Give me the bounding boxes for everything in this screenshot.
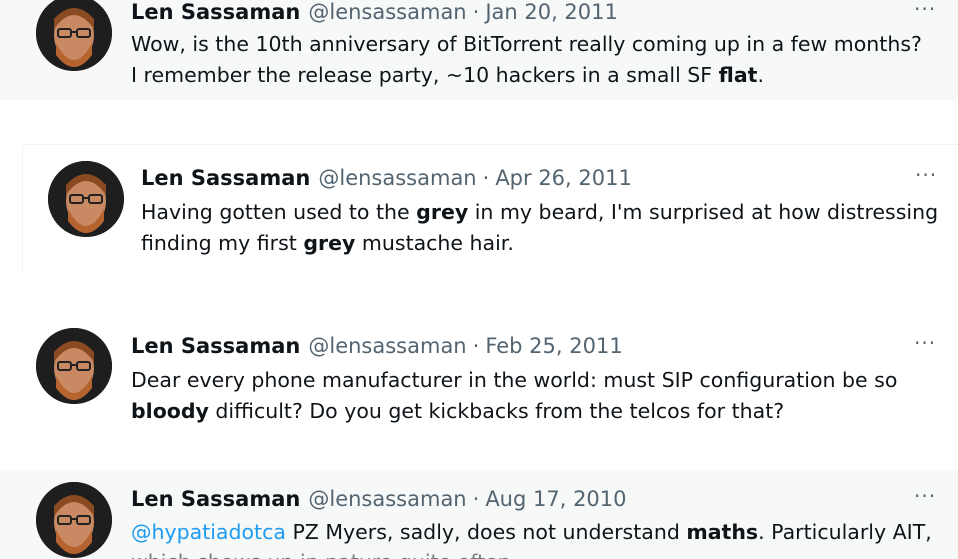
highlight-word: bloody — [131, 399, 209, 423]
more-options-icon[interactable]: ··· — [915, 165, 937, 185]
more-options-icon[interactable]: ··· — [914, 333, 936, 353]
tweet-date[interactable]: Feb 25, 2011 — [485, 334, 622, 358]
tweet-card[interactable]: Len Sassaman @lensassaman · Apr 26, 2011 ··… — [22, 144, 958, 272]
mention-link[interactable]: @hypatiadotca — [131, 520, 286, 544]
avatar[interactable] — [36, 0, 112, 71]
author-handle[interactable]: @lensassaman — [308, 0, 466, 24]
tweet-text: . — [757, 63, 764, 87]
tweet-text-line: bloody difficult? Do you get kickbacks f… — [131, 396, 784, 427]
more-options-icon[interactable]: ··· — [914, 486, 936, 506]
more-options-icon[interactable]: ··· — [914, 0, 936, 19]
tweet-text: I remember the release party, ~10 hacker… — [131, 63, 719, 87]
separator-dot: · — [472, 334, 480, 358]
tweet-text-line: finding my first grey mustache hair. — [141, 228, 514, 259]
avatar[interactable] — [36, 482, 112, 558]
highlight-word: grey — [416, 200, 469, 224]
avatar[interactable] — [36, 328, 112, 404]
highlight-word: grey — [303, 231, 356, 255]
tweet-text-line: Having gotten used to the grey in my bea… — [141, 197, 938, 228]
tweet-text-line: @hypatiadotca PZ Myers, sadly, does not … — [131, 517, 932, 548]
separator-dot: · — [482, 166, 490, 190]
author-handle[interactable]: @lensassaman — [318, 166, 476, 190]
avatar[interactable] — [48, 161, 124, 237]
tweet-header: Len Sassaman @lensassaman · Feb 25, 2011 — [131, 333, 623, 359]
tweet-date[interactable]: Jan 20, 2011 — [485, 0, 618, 24]
tweet-header: Len Sassaman @lensassaman · Apr 26, 2011 — [141, 165, 632, 191]
tweet-text-line: I remember the release party, ~10 hacker… — [131, 60, 764, 91]
tweet-text: Having gotten used to the — [141, 200, 417, 224]
highlight-word: flat — [718, 63, 758, 87]
tweet-text-line: which shows up in nature quite often. — [131, 547, 517, 559]
tweet-date[interactable]: Aug 17, 2010 — [485, 487, 626, 511]
tweet-date[interactable]: Apr 26, 2011 — [495, 166, 632, 190]
tweet-card[interactable]: Len Sassaman @lensassaman · Feb 25, 2011 ··… — [0, 318, 958, 448]
tweet-header: Len Sassaman @lensassaman · Jan 20, 2011 — [131, 0, 618, 25]
tweet-text: . Particularly AIT, — [758, 520, 932, 544]
author-handle[interactable]: @lensassaman — [308, 334, 466, 358]
tweet-text: finding my first — [141, 231, 304, 255]
tweet-card[interactable]: Len Sassaman @lensassaman · Aug 17, 2010 ··… — [0, 470, 958, 559]
separator-dot: · — [472, 0, 480, 24]
highlight-word: maths — [686, 520, 759, 544]
tweet-text: in my beard, I'm surprised at how distre… — [468, 200, 939, 224]
tweet-text: difficult? Do you get kickbacks from the… — [208, 399, 785, 423]
tweet-text-line: Dear every phone manufacturer in the wor… — [131, 368, 898, 392]
author-name[interactable]: Len Sassaman — [131, 487, 300, 511]
author-name[interactable]: Len Sassaman — [131, 0, 300, 24]
author-name[interactable]: Len Sassaman — [131, 334, 300, 358]
separator-dot: · — [472, 487, 480, 511]
tweet-header: Len Sassaman @lensassaman · Aug 17, 2010 — [131, 486, 627, 512]
author-handle[interactable]: @lensassaman — [308, 487, 466, 511]
tweet-card[interactable]: Len Sassaman @lensassaman · Jan 20, 2011 ··… — [0, 0, 958, 100]
tweet-text: mustache hair. — [355, 231, 514, 255]
tweet-text: PZ Myers, sadly, does not understand — [285, 520, 687, 544]
author-name[interactable]: Len Sassaman — [141, 166, 310, 190]
tweet-text-line: Wow, is the 10th anniversary of BitTorre… — [131, 32, 922, 56]
